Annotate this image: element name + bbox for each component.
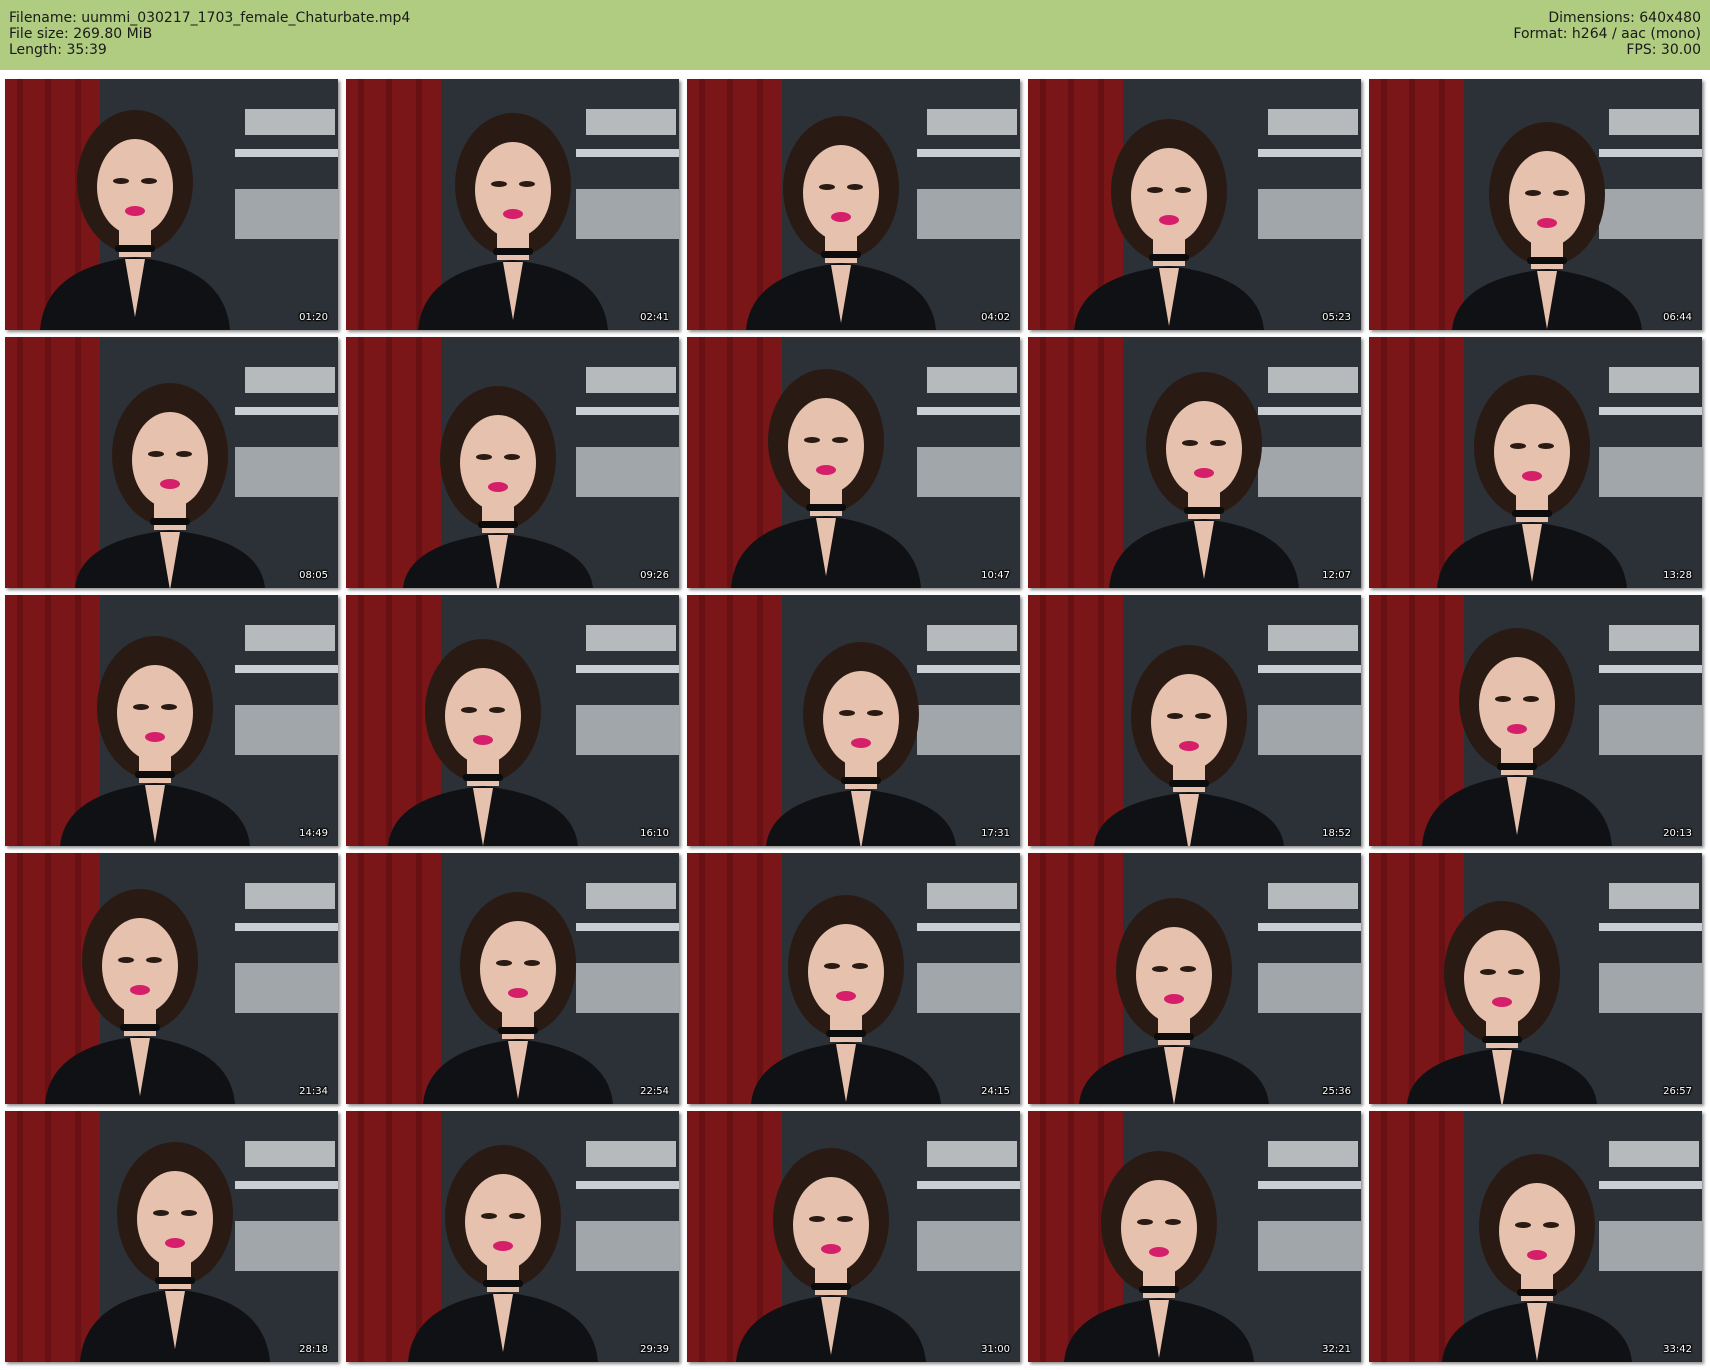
video-thumbnail[interactable]: 20:13: [1369, 595, 1702, 846]
video-thumbnail[interactable]: 26:57: [1369, 853, 1702, 1104]
frame-image: [5, 1111, 338, 1362]
video-thumbnail[interactable]: 05:23: [1028, 79, 1361, 330]
thumbnail-timestamp: 16:10: [640, 828, 669, 839]
thumbnail-timestamp: 31:00: [981, 1344, 1010, 1355]
filename-text: Filename: uummi_030217_1703_female_Chatu…: [9, 10, 411, 26]
frame-image: [1028, 337, 1361, 588]
video-thumbnail[interactable]: 08:05: [5, 337, 338, 588]
video-thumbnail[interactable]: 10:47: [687, 337, 1020, 588]
video-thumbnail[interactable]: 29:39: [346, 1111, 679, 1362]
thumbnail-timestamp: 24:15: [981, 1086, 1010, 1097]
video-thumbnail[interactable]: 16:10: [346, 595, 679, 846]
frame-image: [1028, 853, 1361, 1104]
video-thumbnail[interactable]: 31:00: [687, 1111, 1020, 1362]
frame-image: [346, 595, 679, 846]
video-thumbnail[interactable]: 22:54: [346, 853, 679, 1104]
thumbnail-timestamp: 17:31: [981, 828, 1010, 839]
video-thumbnail[interactable]: 04:02: [687, 79, 1020, 330]
thumbnail-timestamp: 12:07: [1322, 570, 1351, 581]
thumbnail-timestamp: 05:23: [1322, 312, 1351, 323]
frame-image: [687, 853, 1020, 1104]
length-text: Length: 35:39: [9, 42, 107, 58]
thumbnail-timestamp: 14:49: [299, 828, 328, 839]
thumbnail-timestamp: 25:36: [1322, 1086, 1351, 1097]
video-thumbnail[interactable]: 14:49: [5, 595, 338, 846]
video-thumbnail[interactable]: 18:52: [1028, 595, 1361, 846]
video-thumbnail[interactable]: 24:15: [687, 853, 1020, 1104]
thumbnail-grid: 01:20 02:41 04:02 05:23 06:44 08:05 09:26 10:47…: [5, 79, 1702, 1362]
video-info: Dimensions: 640x480 Format: h264 / aac (…: [1513, 10, 1701, 58]
frame-image: [346, 853, 679, 1104]
frame-image: [5, 337, 338, 588]
frame-image: [346, 79, 679, 330]
thumbnail-timestamp: 04:02: [981, 312, 1010, 323]
frame-image: [687, 79, 1020, 330]
frame-image: [5, 79, 338, 330]
file-info: Filename: uummi_030217_1703_female_Chatu…: [9, 10, 410, 58]
frame-image: [346, 1111, 679, 1362]
thumbnail-timestamp: 26:57: [1663, 1086, 1692, 1097]
video-thumbnail[interactable]: 01:20: [5, 79, 338, 330]
thumbnail-timestamp: 21:34: [299, 1086, 328, 1097]
frame-image: [1369, 1111, 1702, 1362]
frame-image: [1028, 79, 1361, 330]
frame-image: [1028, 595, 1361, 846]
video-thumbnail[interactable]: 33:42: [1369, 1111, 1702, 1362]
thumbnail-timestamp: 02:41: [640, 312, 669, 323]
video-thumbnail[interactable]: 21:34: [5, 853, 338, 1104]
thumbnail-timestamp: 32:21: [1322, 1344, 1351, 1355]
frame-image: [1369, 853, 1702, 1104]
filesize-text: File size: 269.80 MiB: [9, 26, 153, 42]
frame-image: [687, 337, 1020, 588]
frame-image: [1369, 79, 1702, 330]
thumbnail-timestamp: 28:18: [299, 1344, 328, 1355]
frame-image: [5, 853, 338, 1104]
thumbnail-timestamp: 06:44: [1663, 312, 1692, 323]
thumbnail-timestamp: 20:13: [1663, 828, 1692, 839]
thumbnail-timestamp: 13:28: [1663, 570, 1692, 581]
thumbnail-timestamp: 29:39: [640, 1344, 669, 1355]
fps-text: FPS: 30.00: [1626, 42, 1701, 58]
thumbnail-timestamp: 08:05: [299, 570, 328, 581]
frame-image: [5, 595, 338, 846]
video-thumbnail[interactable]: 09:26: [346, 337, 679, 588]
thumbnail-timestamp: 10:47: [981, 570, 1010, 581]
video-thumbnail[interactable]: 17:31: [687, 595, 1020, 846]
thumbnail-timestamp: 09:26: [640, 570, 669, 581]
video-thumbnail[interactable]: 13:28: [1369, 337, 1702, 588]
info-header: Filename: uummi_030217_1703_female_Chatu…: [0, 0, 1710, 70]
frame-image: [1369, 337, 1702, 588]
format-text: Format: h264 / aac (mono): [1513, 26, 1701, 42]
video-thumbnail[interactable]: 32:21: [1028, 1111, 1361, 1362]
frame-image: [1028, 1111, 1361, 1362]
video-thumbnail[interactable]: 02:41: [346, 79, 679, 330]
frame-image: [346, 337, 679, 588]
dimensions-text: Dimensions: 640x480: [1548, 10, 1701, 26]
thumbnail-timestamp: 33:42: [1663, 1344, 1692, 1355]
video-thumbnail[interactable]: 12:07: [1028, 337, 1361, 588]
thumbnail-timestamp: 18:52: [1322, 828, 1351, 839]
video-thumbnail[interactable]: 28:18: [5, 1111, 338, 1362]
frame-image: [1369, 595, 1702, 846]
video-thumbnail[interactable]: 06:44: [1369, 79, 1702, 330]
frame-image: [687, 595, 1020, 846]
video-thumbnail[interactable]: 25:36: [1028, 853, 1361, 1104]
thumbnail-timestamp: 01:20: [299, 312, 328, 323]
frame-image: [687, 1111, 1020, 1362]
thumbnail-timestamp: 22:54: [640, 1086, 669, 1097]
